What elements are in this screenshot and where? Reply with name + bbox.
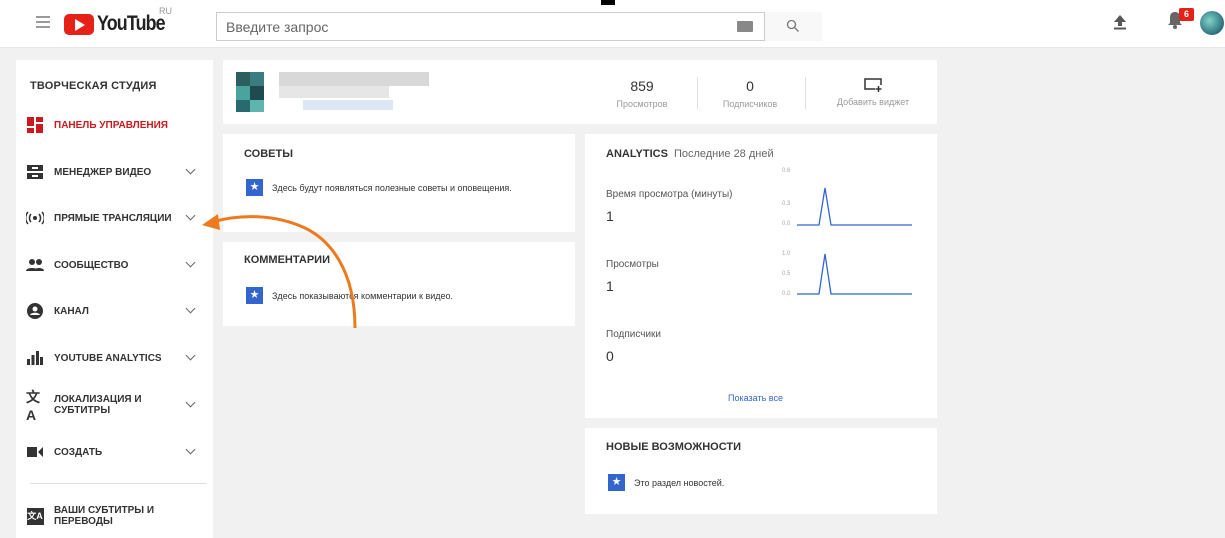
sidebar-item-subtitles[interactable]: 文A ВАШИ СУБТИТРЫ И ПЕРЕВОДЫ [16,501,213,531]
views-tick-mid: 0.5 [782,271,791,277]
subscribers-label: Подписчики [606,329,662,340]
add-widget-icon [864,78,882,92]
add-widget-button[interactable]: Добавить виджет [823,78,923,107]
sidebar-item-label: ПРЯМЫЕ ТРАНСЛЯЦИИ [54,212,172,224]
live-icon [26,209,44,227]
news-title: НОВЫЕ ВОЗМОЖНОСТИ [606,441,742,453]
watch-tick-bottom: 0.0 [782,221,791,227]
search-input[interactable] [217,13,757,40]
community-icon [26,256,44,274]
translate-icon: 文A [26,389,40,423]
sidebar-item-label: СОЗДАТЬ [54,446,103,458]
add-widget-caption: Добавить виджет [836,97,910,107]
sidebar-item-label: КАНАЛ [54,305,89,317]
stat-divider [697,77,698,109]
sidebar-item-analytics[interactable]: YOUTUBE ANALYTICS [16,343,213,373]
watch-time-label: Время просмотра (минуты) [606,189,733,200]
cursor-fragment [601,0,615,5]
analytics-card: ANALYTICS Последние 28 дней Время просмот… [585,134,937,418]
top-bar: YouTube RU 6 [0,0,1225,48]
video-manager-icon [26,163,44,181]
views-value: 1 [606,278,614,294]
sidebar-item-dashboard[interactable]: ПАНЕЛЬ УПРАВЛЕНИЯ [16,110,213,140]
analytics-icon [26,349,44,367]
chevron-down-icon[interactable] [185,397,196,408]
subscribers-count: 0 [746,78,754,94]
chevron-down-icon[interactable] [185,164,196,175]
chevron-down-icon[interactable] [185,350,196,361]
menu-icon[interactable] [36,16,50,28]
analytics-title-text: ANALYTICS [606,148,668,160]
channel-icon [26,302,44,320]
sidebar-divider [30,483,206,484]
sidebar-item-label: ПАНЕЛЬ УПРАВЛЕНИЯ [54,119,168,131]
notification-badge: 6 [1179,8,1194,21]
sidebar-item-label: СООБЩЕСТВО [54,259,129,271]
logo-text: YouTube [97,12,166,35]
watch-tick-top: 0.6 [782,168,791,174]
sidebar-title: ТВОРЧЕСКАЯ СТУДИЯ [30,80,157,92]
sidebar-item-create[interactable]: СОЗДАТЬ [16,437,213,467]
views-sparkline [797,253,912,295]
views-caption: Просмотров [616,99,668,109]
show-all-link[interactable]: Показать все [728,393,783,403]
news-message: Это раздел новостей. [634,478,725,488]
channel-summary-card: 859 Просмотров 0 Подписчиков Добавить ви… [223,60,937,124]
news-card: НОВЫЕ ВОЗМОЖНОСТИ ★ Это раздел новостей. [585,428,937,514]
upload-icon[interactable] [1113,14,1127,30]
subscribers-value: 0 [606,348,614,364]
views-tick-top: 1.0 [782,251,791,257]
views-tick-bottom: 0.0 [782,291,791,297]
watch-time-sparkline [797,187,912,226]
youtube-logo[interactable]: YouTube RU [64,6,177,36]
analytics-period: Последние 28 дней [673,148,774,160]
subscribers-stat: 0 Подписчиков [705,78,795,109]
star-icon: ★ [608,474,625,491]
watch-tick-mid: 0.3 [782,201,791,207]
subtitles-icon: 文A [26,507,44,525]
avatar[interactable] [1200,11,1224,35]
sidebar-item-label: ВАШИ СУБТИТРЫ И ПЕРЕВОДЫ [54,505,155,527]
watch-time-value: 1 [606,208,614,224]
search-icon [786,19,799,32]
tips-title: СОВЕТЫ [244,148,293,160]
sidebar-item-community[interactable]: СООБЩЕСТВО [16,250,213,280]
search-button[interactable] [764,12,822,41]
sidebar-item-video-manager[interactable]: МЕНЕДЖЕР ВИДЕО [16,157,213,187]
create-icon [26,443,44,461]
sidebar-item-label: МЕНЕДЖЕР ВИДЕО [54,166,152,178]
search-box [216,12,822,41]
dashboard-icon [26,116,44,134]
analytics-title: ANALYTICS Последние 28 дней [606,148,774,160]
stat-divider [805,77,806,109]
sidebar-item-live[interactable]: ПРЯМЫЕ ТРАНСЛЯЦИИ [16,203,213,233]
views-label: Просмотры [606,259,659,270]
youtube-play-icon [64,13,94,35]
logo-region: RU [159,6,172,16]
views-stat: 859 Просмотров [597,78,687,109]
sidebar-item-channel[interactable]: КАНАЛ [16,296,213,326]
views-count: 859 [630,78,654,94]
sidebar-item-localization[interactable]: 文A ЛОКАЛИЗАЦИЯ И СУБТИТРЫ [16,389,213,423]
sidebar-item-label: YOUTUBE ANALYTICS [54,352,162,364]
subscribers-caption: Подписчиков [722,99,778,109]
chevron-down-icon[interactable] [185,444,196,455]
sidebar-item-label: ЛОКАЛИЗАЦИЯ И СУБТИТРЫ [54,394,142,416]
keyboard-icon[interactable] [737,21,753,32]
annotation-arrow [202,214,357,329]
sidebar: ТВОРЧЕСКАЯ СТУДИЯ ПАНЕЛЬ УПРАВЛЕНИЯ МЕНЕ… [16,60,213,538]
